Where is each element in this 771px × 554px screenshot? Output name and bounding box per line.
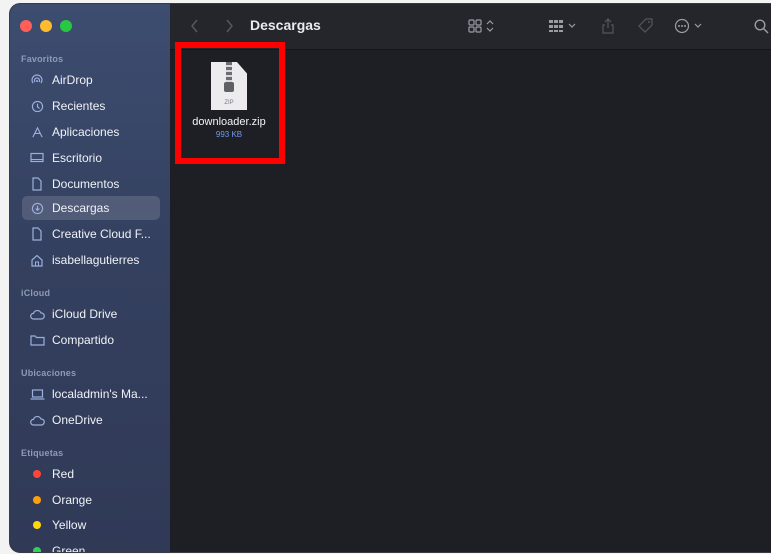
sidebar-item-onedrive[interactable]: OneDrive (22, 408, 170, 432)
window-title: Descargas (250, 17, 321, 33)
sidebar-item-tag-green[interactable]: Green (22, 539, 170, 552)
chevron-right-icon[interactable] (224, 16, 234, 36)
sidebar-item-label: Green (52, 544, 86, 552)
tag-button[interactable] (638, 16, 654, 36)
more-icon (674, 18, 690, 34)
sidebar-item-recientes[interactable]: Recientes (22, 94, 170, 118)
file-icon (29, 226, 45, 242)
download-icon (29, 200, 45, 216)
chevron-down-icon (694, 23, 702, 28)
laptop-icon (29, 386, 45, 402)
finder-window: Favoritos AirDrop Recientes Aplicaciones… (10, 4, 771, 552)
clock-icon (29, 98, 45, 114)
sidebar-item-descargas[interactable]: Descargas (22, 196, 160, 220)
sidebar-item-label: OneDrive (52, 413, 103, 427)
sidebar-item-airdrop[interactable]: AirDrop (22, 68, 170, 92)
cloud-icon (29, 306, 45, 322)
applications-icon (29, 124, 45, 140)
tag-dot-icon (29, 492, 45, 508)
tag-dot-icon (29, 466, 45, 482)
tag-dot-icon (29, 517, 45, 533)
share-button[interactable] (602, 16, 614, 36)
grid-view-icon (468, 19, 482, 33)
share-icon (602, 18, 614, 34)
chevron-updown-icon (486, 20, 494, 32)
sidebar-item-documentos[interactable]: Documentos (22, 172, 170, 196)
search-icon (754, 18, 769, 34)
sidebar-item-aplicaciones[interactable]: Aplicaciones (22, 120, 170, 144)
sidebar-item-label: Descargas (52, 201, 110, 215)
sidebar-item-localadmin[interactable]: localadmin's Ma... (22, 382, 170, 406)
cloud-icon (29, 412, 45, 428)
chevron-left-icon[interactable] (190, 16, 200, 36)
sidebar-item-escritorio[interactable]: Escritorio (22, 146, 170, 170)
view-mode-button[interactable] (468, 16, 494, 36)
sidebar-item-label: Creative Cloud F... (52, 227, 151, 241)
sidebar-item-tag-red[interactable]: Red (22, 462, 170, 486)
sidebar-item-compartido[interactable]: Compartido (22, 328, 170, 352)
home-icon (29, 252, 45, 268)
group-by-icon (549, 20, 563, 32)
sidebar-item-icloud-drive[interactable]: iCloud Drive (22, 302, 170, 326)
sidebar-item-label: Yellow (52, 518, 87, 532)
sidebar-item-tag-orange[interactable]: Orange (22, 488, 170, 512)
shared-folder-icon (29, 332, 45, 348)
section-label-etiquetas: Etiquetas (21, 448, 64, 458)
close-window-button[interactable] (20, 20, 32, 32)
sidebar-item-label: Red (52, 467, 75, 481)
section-label-ubicaciones: Ubicaciones (21, 368, 77, 378)
annotation-highlight-box (175, 42, 285, 164)
sidebar-item-tag-yellow[interactable]: Yellow (22, 513, 170, 537)
sidebar-item-label: Aplicaciones (52, 125, 120, 139)
airdrop-icon (29, 72, 45, 88)
sidebar-item-creative-cloud[interactable]: Creative Cloud F... (22, 222, 170, 246)
zoom-window-button[interactable] (60, 20, 72, 32)
sidebar-item-label: Compartido (52, 333, 115, 347)
search-button[interactable] (754, 16, 769, 36)
sidebar-item-home[interactable]: isabellagutierres (22, 248, 170, 272)
chevron-down-icon (568, 23, 576, 28)
sidebar-item-label: localadmin's Ma... (52, 387, 148, 401)
tag-dot-icon (29, 543, 45, 552)
sidebar-item-label: Documentos (52, 177, 120, 191)
sidebar-item-label: Orange (52, 493, 93, 507)
more-actions-button[interactable] (674, 16, 702, 36)
document-icon (29, 176, 45, 192)
sidebar-item-label: iCloud Drive (52, 307, 118, 321)
tag-icon (638, 18, 653, 33)
sidebar-item-label: AirDrop (52, 73, 93, 87)
section-label-favoritos: Favoritos (21, 54, 64, 64)
sidebar: Favoritos AirDrop Recientes Aplicaciones… (10, 4, 170, 552)
desktop-icon (29, 150, 45, 166)
window-controls (20, 20, 72, 32)
group-by-button[interactable] (548, 16, 576, 36)
sidebar-item-label: Escritorio (52, 151, 103, 165)
section-label-icloud: iCloud (21, 288, 51, 298)
sidebar-item-label: Recientes (52, 99, 106, 113)
minimize-window-button[interactable] (40, 20, 52, 32)
sidebar-item-label: isabellagutierres (52, 253, 140, 267)
